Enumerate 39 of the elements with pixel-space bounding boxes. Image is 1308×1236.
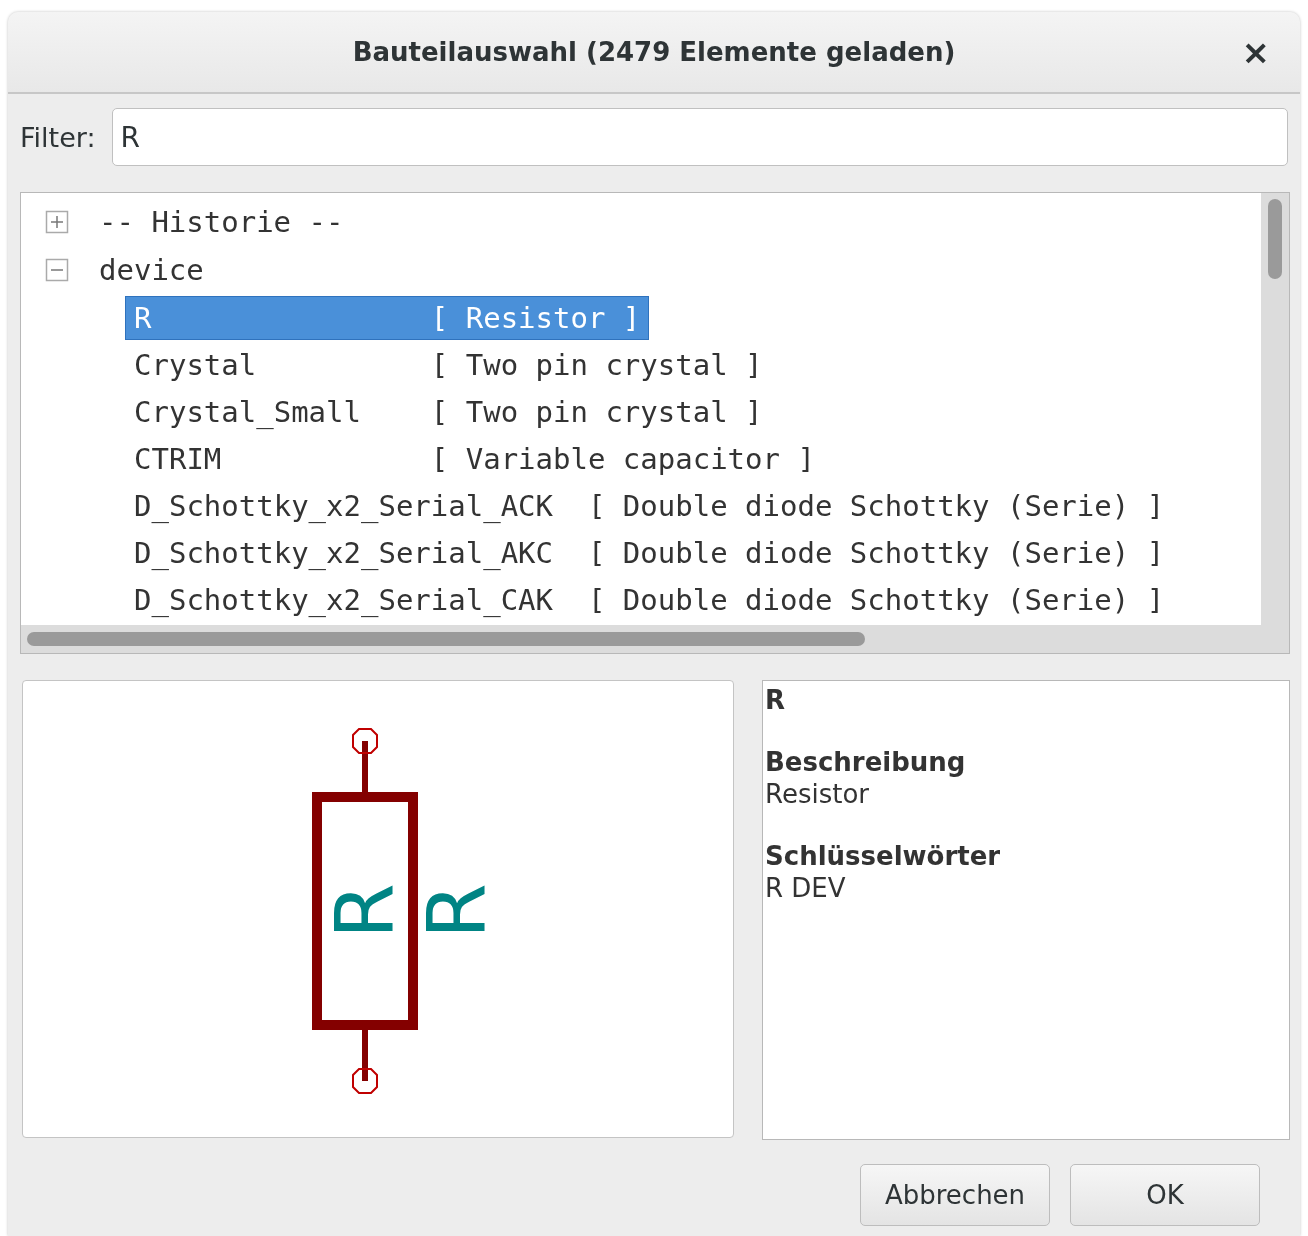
horizontal-scrollbar[interactable] — [21, 625, 1289, 653]
dialog-button[interactable]: Abbrechen — [860, 1164, 1050, 1226]
dialog-button[interactable]: OK — [1070, 1164, 1260, 1226]
component-description: [ Two pin crystal ] — [430, 394, 763, 429]
component-description: [ Resistor ] — [430, 300, 641, 335]
filter-field[interactable]: R — [111, 108, 1288, 166]
tree-item[interactable]: Crystal_Small [ Two pin crystal ] — [125, 389, 772, 434]
section-heading: Beschreibung — [765, 747, 967, 777]
component-description: [ Variable capacitor ] — [430, 441, 815, 476]
value-label: R — [411, 883, 504, 939]
close-button[interactable]: × — [1235, 32, 1276, 72]
component-title: R — [765, 685, 787, 715]
section-heading: Schlüsselwörter — [765, 841, 1002, 871]
section-text: R DEV — [765, 873, 847, 903]
tree-group-label[interactable]: -- Historie -- — [99, 205, 344, 239]
tree-group-label[interactable]: device — [99, 253, 204, 287]
window-title: Bauteilauswahl (2479 Elemente geladen) — [352, 37, 956, 67]
reference-label: R — [319, 883, 412, 939]
component-description: [ Two pin crystal ] — [430, 347, 763, 382]
tree-item[interactable]: D_Schottky_x2_Serial_AKC [ Double diode Schottky (Serie) ] — [125, 530, 1174, 575]
component-description: [ Double diode Schottky (Serie) ] — [587, 582, 1165, 617]
component-description: [ Double diode Schottky (Serie) ] — [587, 535, 1165, 570]
component-name: CTRIM — [134, 441, 223, 476]
component-description: [ Double diode Schottky (Serie) ] — [587, 488, 1165, 523]
tree-item[interactable]: CTRIM [ Variable capacitor ] — [125, 436, 824, 481]
section-text: Resistor — [765, 779, 870, 809]
collapse-icon[interactable] — [45, 258, 69, 282]
tree-item[interactable]: D_Schottky_x2_Serial_ACK [ Double diode Schottky (Serie) ] — [125, 483, 1174, 528]
component-name: D_Schottky_x2_Serial_CAK — [134, 582, 554, 617]
component-name: D_Schottky_x2_Serial_ACK — [134, 488, 554, 523]
filter-label: Filter: — [20, 121, 96, 153]
component-name: Crystal — [134, 347, 258, 382]
tree-item[interactable]: Crystal [ Two pin crystal ] — [125, 342, 772, 387]
expand-icon[interactable] — [45, 210, 69, 234]
tree-item[interactable]: D_Schottky_x2_Serial_CAK [ Double diode Schottky (Serie) ] — [125, 577, 1174, 622]
component-name: D_Schottky_x2_Serial_AKC — [134, 535, 554, 570]
component-name: R — [134, 300, 153, 335]
vertical-scrollbar[interactable] — [1261, 193, 1289, 625]
component-name: Crystal_Small — [134, 394, 362, 429]
